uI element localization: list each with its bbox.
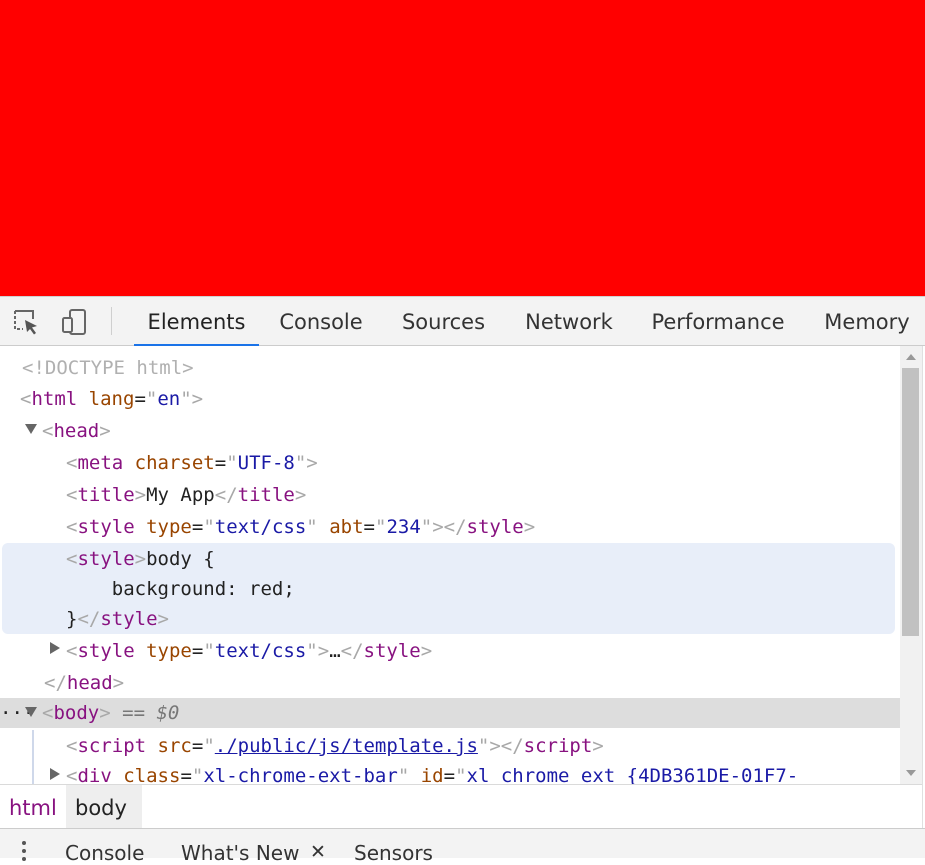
css-text: } bbox=[66, 608, 78, 630]
head-node[interactable]: <head> bbox=[42, 415, 900, 447]
tag-name: html bbox=[31, 388, 78, 410]
attr-name: src bbox=[157, 735, 192, 757]
doctype-text: <!DOCTYPE html> bbox=[22, 357, 194, 379]
css-text: background: red; bbox=[66, 578, 295, 600]
collapsed-ellipsis[interactable]: … bbox=[329, 640, 340, 662]
style-node-2-close[interactable]: }</style> bbox=[66, 603, 900, 635]
scrollbar-thumb[interactable] bbox=[902, 368, 919, 636]
breadcrumb-html[interactable]: html bbox=[0, 785, 66, 828]
tag-name: style bbox=[77, 548, 135, 570]
tag-name: title bbox=[77, 484, 135, 506]
attr-value: text/css bbox=[214, 516, 307, 538]
device-toolbar-icon[interactable] bbox=[60, 308, 88, 336]
attr-name: abt bbox=[329, 516, 364, 538]
tag-name: style bbox=[77, 640, 135, 662]
attr-name: lang bbox=[88, 388, 135, 410]
tab-elements[interactable]: Elements bbox=[134, 297, 259, 347]
tag-name: title bbox=[237, 484, 295, 506]
doctype-node[interactable]: <!DOCTYPE html> bbox=[22, 352, 900, 384]
script-src-link[interactable]: ./public/js/template.js bbox=[215, 735, 478, 757]
meta-node[interactable]: <meta charset="UTF-8"> bbox=[66, 447, 900, 479]
tag-name: script bbox=[523, 735, 593, 757]
close-icon[interactable]: ✕ bbox=[310, 841, 326, 863]
attr-name: class bbox=[123, 765, 181, 784]
collapsed-triangle-icon[interactable] bbox=[50, 768, 60, 780]
attr-value: en bbox=[157, 388, 181, 410]
breadcrumb-body[interactable]: body bbox=[66, 785, 142, 828]
tab-sources[interactable]: Sources bbox=[393, 297, 494, 346]
devtools-toolbar: Elements Console Sources Network Perform… bbox=[0, 296, 925, 347]
style-node-3[interactable]: <style type="text/css">…</style> bbox=[66, 635, 900, 667]
drawer-tab-whats-new[interactable]: What's New bbox=[181, 841, 299, 865]
scroll-down-icon[interactable] bbox=[906, 770, 916, 776]
style-node-1[interactable]: <style type="text/css" abt="234"></style… bbox=[66, 511, 900, 543]
attr-value: text/css bbox=[214, 640, 307, 662]
vertical-scrollbar[interactable] bbox=[900, 346, 922, 784]
tag-name: style bbox=[77, 516, 135, 538]
div-node[interactable]: <div class="xl-chrome-ext-bar" id="xl_ch… bbox=[66, 760, 900, 784]
tag-name: div bbox=[77, 765, 112, 784]
tab-memory[interactable]: Memory bbox=[813, 297, 921, 346]
attr-value: 234 bbox=[386, 516, 421, 538]
expand-triangle-icon[interactable] bbox=[25, 424, 37, 434]
tab-console[interactable]: Console bbox=[270, 297, 372, 346]
attr-value: UTF-8 bbox=[237, 452, 295, 474]
tab-network[interactable]: Network bbox=[515, 297, 623, 346]
tree-guide-line bbox=[32, 730, 34, 784]
tag-name: style bbox=[100, 608, 158, 630]
html-node[interactable]: <html lang="en"> bbox=[20, 383, 900, 415]
toolbar-separator bbox=[111, 307, 112, 335]
tag-name: body bbox=[53, 702, 100, 724]
attr-name: id bbox=[420, 765, 444, 784]
title-node[interactable]: <title>My App</title> bbox=[66, 479, 900, 511]
node-text: My App bbox=[146, 484, 215, 506]
elements-tree: <!DOCTYPE html> <html lang="en"> <head> … bbox=[0, 346, 900, 784]
more-tools-icon[interactable] bbox=[22, 841, 28, 861]
drawer-tabbar: Console What's New ✕ Sensors bbox=[0, 828, 925, 865]
attr-name: type bbox=[146, 516, 192, 538]
body-node-label[interactable]: <body> == $0 bbox=[42, 698, 542, 728]
tag-name: style bbox=[466, 516, 524, 538]
selected-marker: == $0 bbox=[122, 702, 180, 724]
head-close-node[interactable]: </head> bbox=[44, 667, 900, 699]
attr-value: xl_chrome_ext_{4DB361DE-01F7- bbox=[466, 765, 799, 784]
style-node-2-body[interactable]: background: red; bbox=[66, 573, 900, 605]
tag-name: style bbox=[363, 640, 421, 662]
script-node[interactable]: <script src="./public/js/template.js"></… bbox=[66, 730, 900, 762]
attr-value: xl-chrome-ext-bar bbox=[203, 765, 398, 784]
page-viewport bbox=[0, 0, 925, 296]
tag-name: head bbox=[53, 420, 100, 442]
tag-name: meta bbox=[77, 452, 124, 474]
tag-name: script bbox=[77, 735, 147, 757]
attr-name: charset bbox=[134, 452, 215, 474]
tab-performance[interactable]: Performance bbox=[644, 297, 792, 346]
tag-name: head bbox=[66, 672, 113, 694]
scroll-up-icon[interactable] bbox=[906, 354, 916, 360]
inspect-element-icon[interactable] bbox=[12, 308, 40, 336]
style-node-2[interactable]: <style>body { bbox=[66, 543, 900, 575]
drawer-tab-console[interactable]: Console bbox=[65, 841, 144, 865]
collapsed-triangle-icon[interactable] bbox=[50, 642, 60, 654]
drawer-tab-sensors[interactable]: Sensors bbox=[354, 841, 433, 865]
css-text: body { bbox=[146, 548, 215, 570]
expand-triangle-icon[interactable] bbox=[25, 707, 37, 717]
attr-name: type bbox=[146, 640, 192, 662]
breadcrumb: html body bbox=[0, 784, 922, 828]
